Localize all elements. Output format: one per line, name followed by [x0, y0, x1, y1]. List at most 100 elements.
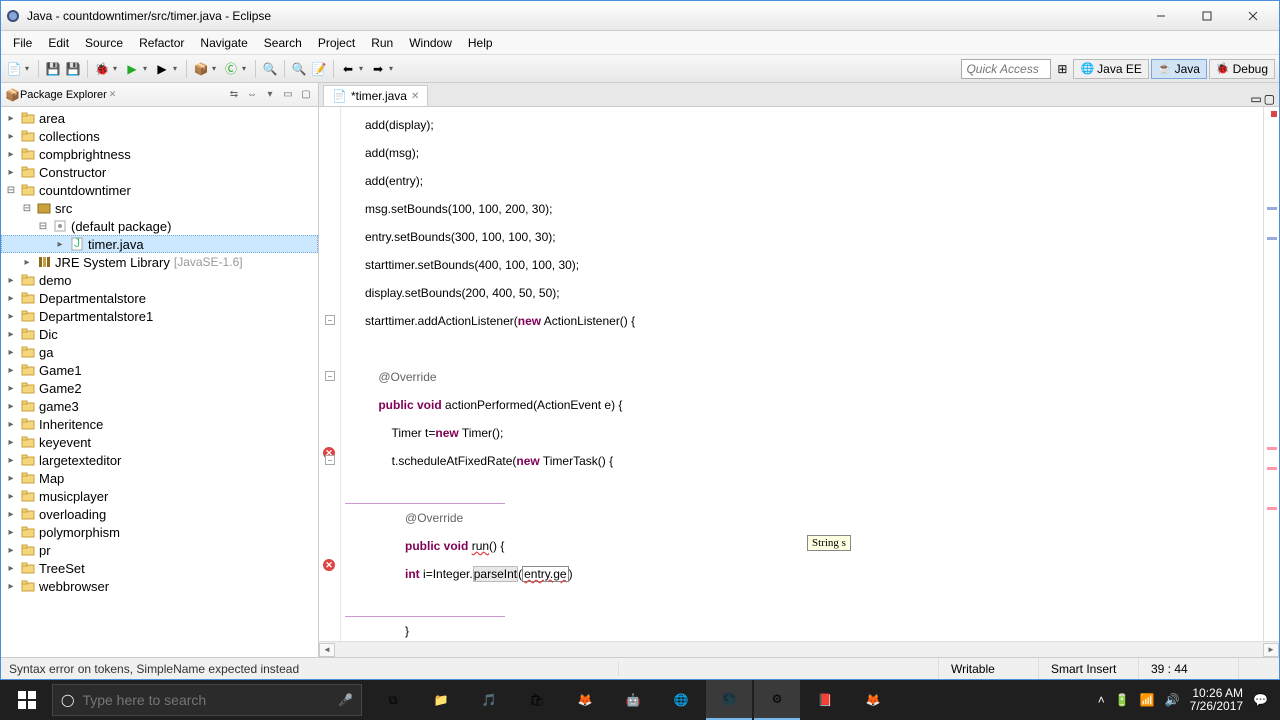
tree-item[interactable]: ▸Jtimer.java [1, 235, 318, 253]
tree-item[interactable]: ▸game3 [1, 397, 318, 415]
tree-item[interactable]: ▸collections [1, 127, 318, 145]
maximize-editor-icon[interactable]: ▢ [1264, 92, 1275, 106]
tree-item[interactable]: ▸area [1, 109, 318, 127]
close-tab-icon[interactable]: ✕ [411, 91, 419, 102]
menu-navigate[interactable]: Navigate [192, 33, 255, 53]
save-icon[interactable]: 💾 [44, 60, 62, 78]
taskview-icon[interactable]: ⧉ [370, 680, 416, 720]
tree-item[interactable]: ▸overloading [1, 505, 318, 523]
taskbar-search[interactable]: ◯ 🎤 [52, 684, 362, 716]
status-position: 39 : 44 [1139, 658, 1239, 679]
tab-label: *timer.java [351, 89, 407, 103]
annotation-icon[interactable]: 📝 [310, 60, 328, 78]
tree-item[interactable]: ⊟(default package) [1, 217, 318, 235]
editor-tabbar: 📄 *timer.java ✕ ▭ ▢ [319, 83, 1279, 107]
maximize-view-icon[interactable]: ▢ [298, 87, 314, 103]
tree-item[interactable]: ▸Map [1, 469, 318, 487]
minimize-view-icon[interactable]: ▭ [280, 87, 296, 103]
tree-item[interactable]: ▸demo [1, 271, 318, 289]
tree-item[interactable]: ▸Dic [1, 325, 318, 343]
androidstudio-icon[interactable]: 🤖 [610, 680, 656, 720]
tree-item[interactable]: ▸Departmentalstore1 [1, 307, 318, 325]
open-type-icon[interactable]: 🔍 [261, 60, 279, 78]
tree-item[interactable]: ▸webbrowser [1, 577, 318, 595]
volume-icon[interactable]: 🔊 [1165, 693, 1180, 707]
menu-help[interactable]: Help [460, 33, 501, 53]
horizontal-scrollbar[interactable]: ◄ ► [319, 641, 1279, 657]
perspective-java[interactable]: ☕ Java [1151, 59, 1207, 79]
chrome-icon[interactable]: 🌐 [658, 680, 704, 720]
tree-item[interactable]: ⊟src [1, 199, 318, 217]
tree-item[interactable]: ▸musicplayer [1, 487, 318, 505]
scroll-right-icon[interactable]: ► [1263, 643, 1279, 657]
tray-up-icon[interactable]: ˄ [1098, 693, 1105, 707]
explorer-icon[interactable]: 📁 [418, 680, 464, 720]
tree-item[interactable]: ▸Constructor [1, 163, 318, 181]
tree-item[interactable]: ▸Departmentalstore [1, 289, 318, 307]
package-explorer-tree[interactable]: ▸area▸collections▸compbrightness▸Constru… [1, 107, 318, 657]
window-title: Java - countdowntimer/src/timer.java - E… [27, 9, 1139, 23]
mic-icon[interactable]: 🎤 [338, 693, 353, 707]
new-package-icon[interactable]: 📦 [192, 60, 210, 78]
code-editor[interactable]: add(display); add(msg); add(entry); msg.… [341, 107, 1263, 641]
link-editor-icon[interactable]: ⇔ [244, 87, 260, 103]
coverage-icon[interactable]: ▶ [153, 60, 171, 78]
menu-edit[interactable]: Edit [40, 33, 77, 53]
maximize-button[interactable] [1185, 5, 1229, 27]
close-button[interactable] [1231, 5, 1275, 27]
tree-item[interactable]: ▸Inheritence [1, 415, 318, 433]
app-icon[interactable]: 📕 [802, 680, 848, 720]
tree-item[interactable]: ▸Game1 [1, 361, 318, 379]
tree-item[interactable]: ▸JRE System Library[JavaSE-1.6] [1, 253, 318, 271]
tree-item[interactable]: ▸polymorphism [1, 523, 318, 541]
firefox2-icon[interactable]: 🦊 [850, 680, 896, 720]
view-menu-icon[interactable]: ▾ [262, 87, 278, 103]
tree-item[interactable]: ▸largetexteditor [1, 451, 318, 469]
tree-item[interactable]: ⊟countdowntimer [1, 181, 318, 199]
tab-timer-java[interactable]: 📄 *timer.java ✕ [323, 85, 428, 106]
new-icon[interactable]: 📄 [5, 60, 23, 78]
perspective-javaee[interactable]: 🌐 Java EE [1073, 59, 1148, 79]
collapse-all-icon[interactable]: ⇆ [226, 87, 242, 103]
run-icon[interactable]: ▶ [123, 60, 141, 78]
tray-date[interactable]: 7/26/2017 [1190, 700, 1243, 713]
tree-item[interactable]: ▸ga [1, 343, 318, 361]
tree-item[interactable]: ▸pr [1, 541, 318, 559]
back-icon[interactable]: ⬅ [339, 60, 357, 78]
menu-file[interactable]: File [5, 33, 40, 53]
obs-icon[interactable]: ⚙ [754, 680, 800, 720]
menu-refactor[interactable]: Refactor [131, 33, 192, 53]
menu-search[interactable]: Search [256, 33, 310, 53]
start-button[interactable] [4, 680, 50, 720]
scroll-left-icon[interactable]: ◄ [319, 643, 335, 657]
wifi-icon[interactable]: 📶 [1140, 693, 1155, 707]
battery-icon[interactable]: 🔋 [1115, 693, 1130, 707]
tree-item[interactable]: ▸Game2 [1, 379, 318, 397]
taskbar: ◯ 🎤 ⧉ 📁 🎵 🛍 🦊 🤖 🌐 🌑 ⚙ 📕 🦊 ˄ 🔋 📶 🔊 10:26 … [0, 680, 1280, 720]
eclipse-taskbar-icon[interactable]: 🌑 [706, 680, 752, 720]
minimize-button[interactable] [1139, 5, 1183, 27]
menu-run[interactable]: Run [363, 33, 401, 53]
firefox-icon[interactable]: 🦊 [562, 680, 608, 720]
tree-item[interactable]: ▸keyevent [1, 433, 318, 451]
open-perspective-icon[interactable]: ⊞ [1053, 60, 1071, 78]
save-all-icon[interactable]: 💾 [64, 60, 82, 78]
debug-icon[interactable]: 🐞 [93, 60, 111, 78]
menu-window[interactable]: Window [401, 33, 460, 53]
taskbar-search-input[interactable] [82, 692, 338, 708]
groove-icon[interactable]: 🎵 [466, 680, 512, 720]
search-icon[interactable]: 🔍 [290, 60, 308, 78]
menu-source[interactable]: Source [77, 33, 131, 53]
menu-project[interactable]: Project [310, 33, 363, 53]
forward-icon[interactable]: ➡ [369, 60, 387, 78]
new-class-icon[interactable]: Ⓒ [222, 60, 240, 78]
minimize-editor-icon[interactable]: ▭ [1250, 92, 1261, 106]
perspective-debug[interactable]: 🐞 Debug [1209, 59, 1275, 79]
menubar: File Edit Source Refactor Navigate Searc… [1, 31, 1279, 55]
tree-item[interactable]: ▸TreeSet [1, 559, 318, 577]
store-icon[interactable]: 🛍 [514, 680, 560, 720]
tree-item[interactable]: ▸compbrightness [1, 145, 318, 163]
notifications-icon[interactable]: 💬 [1253, 693, 1268, 707]
overview-ruler[interactable] [1263, 107, 1279, 641]
quick-access-input[interactable] [961, 59, 1051, 79]
